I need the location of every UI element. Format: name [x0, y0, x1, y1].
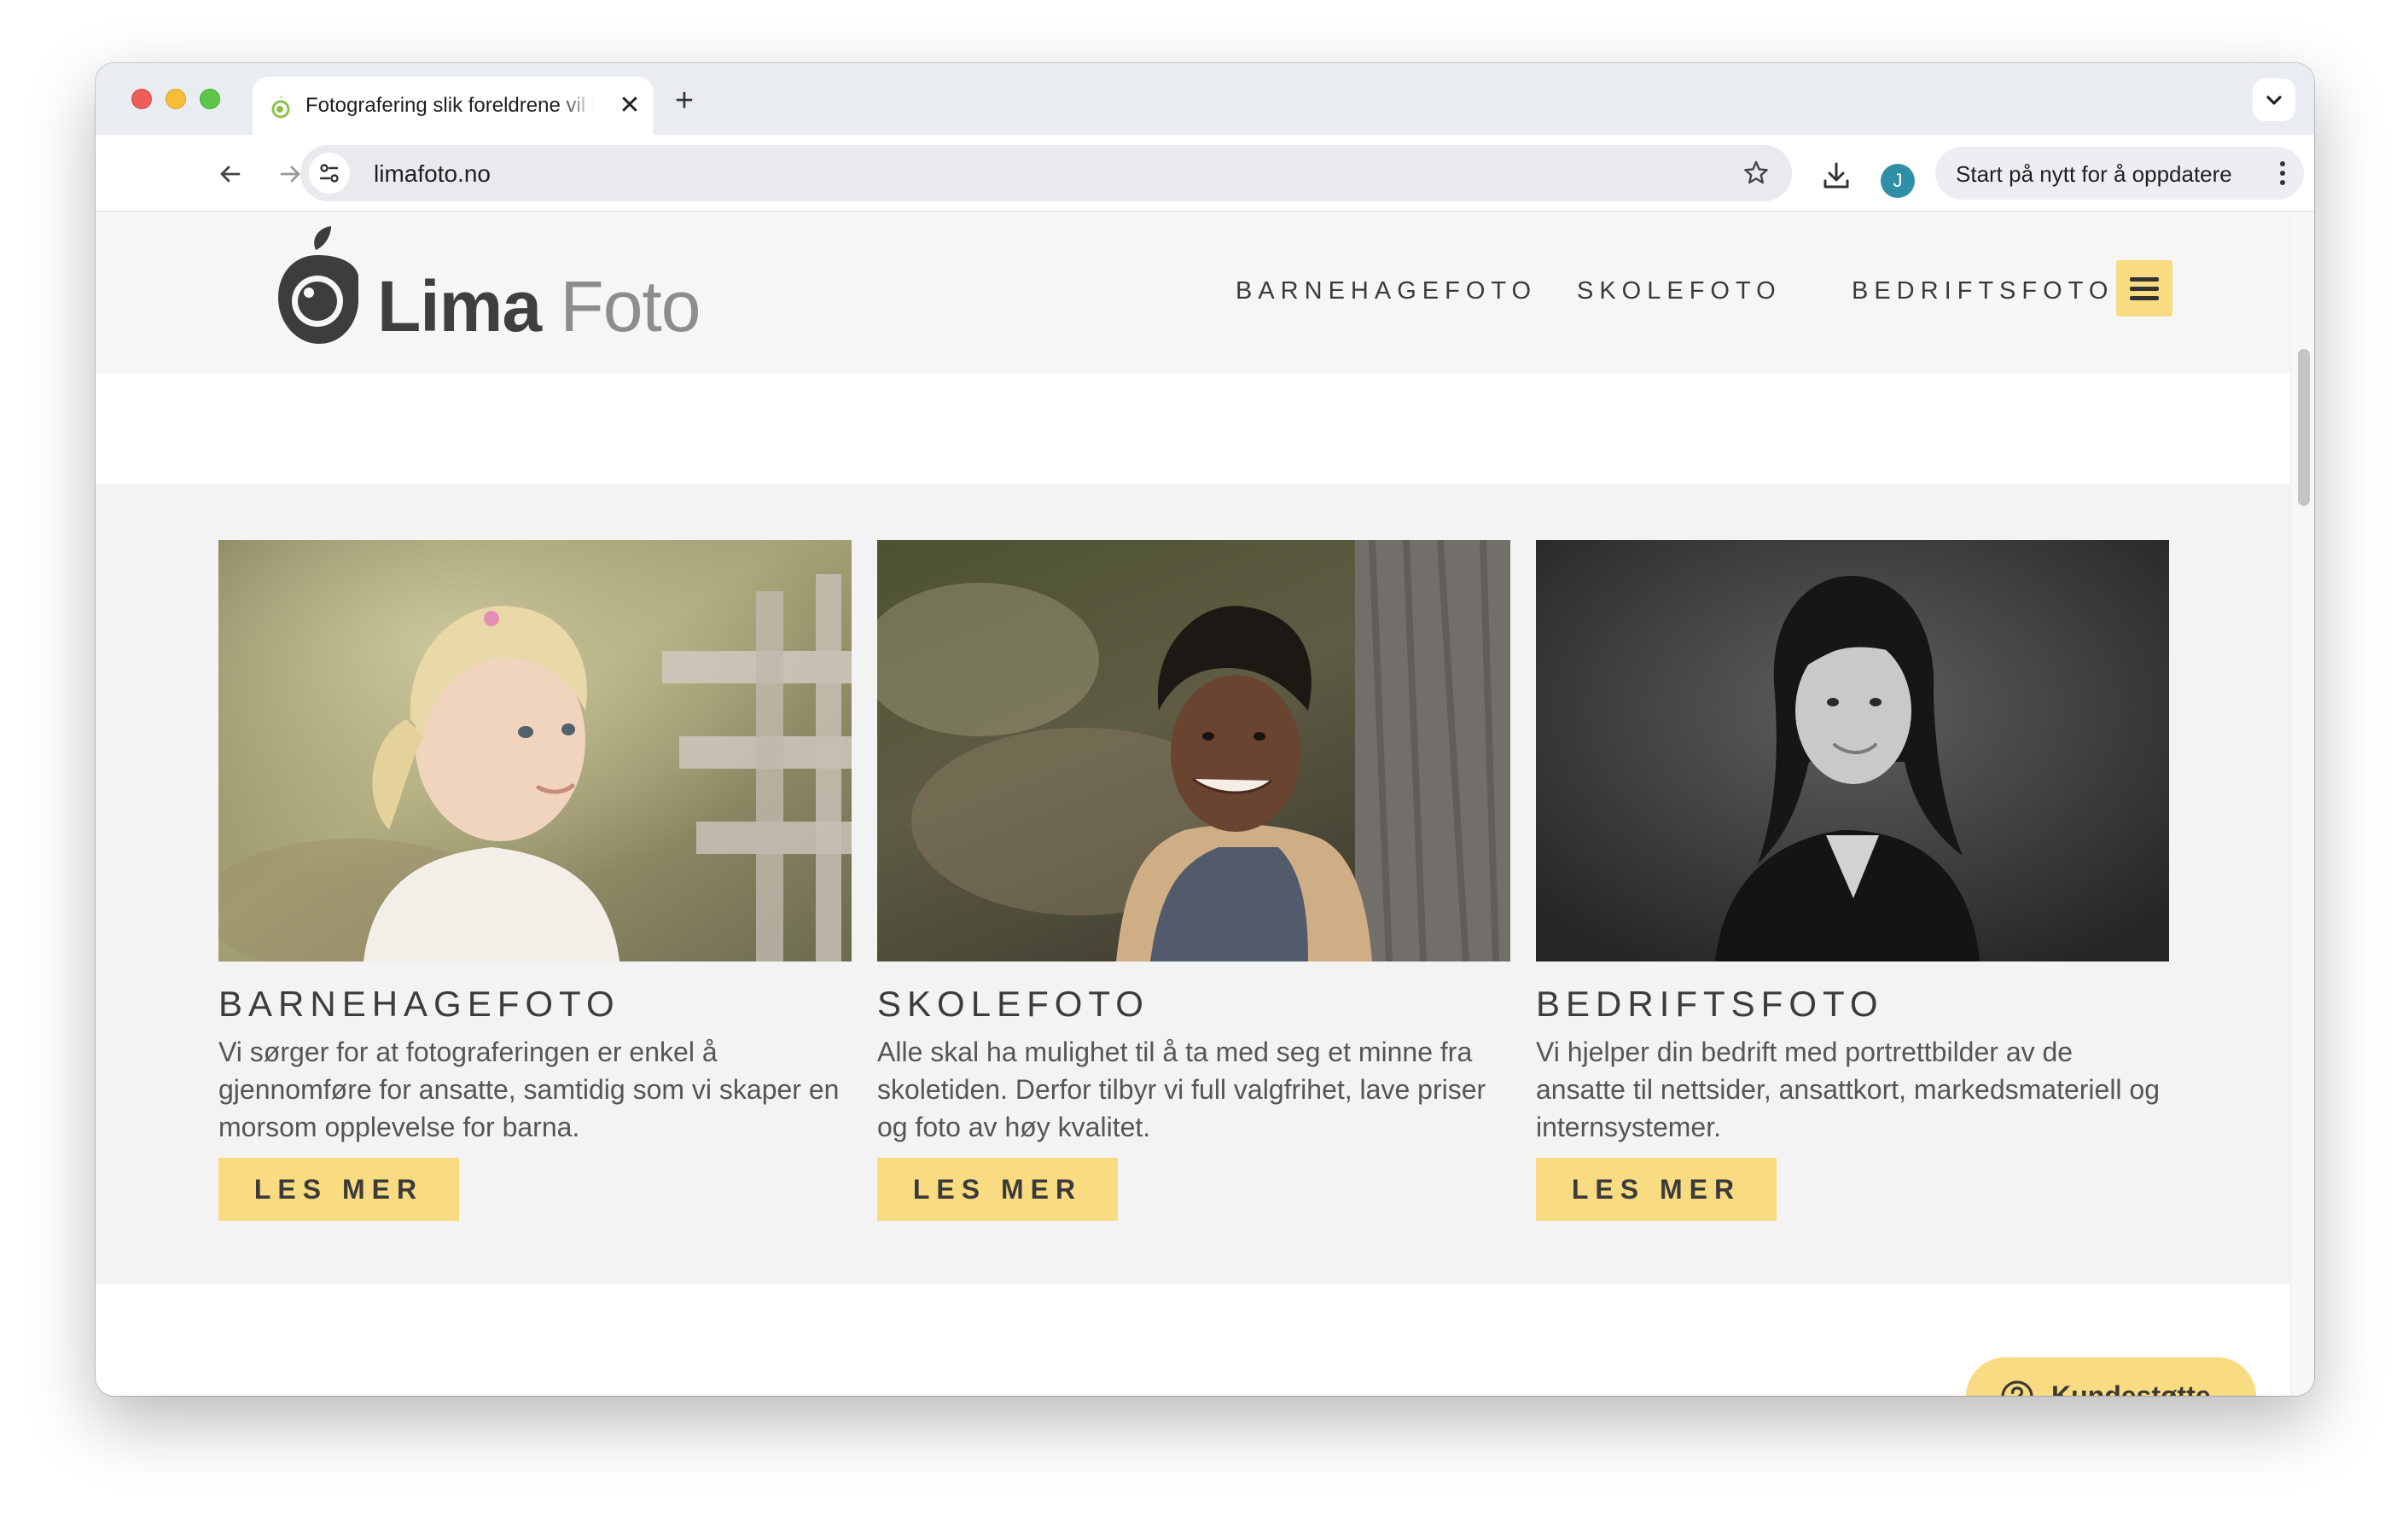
- corporate-portrait-photo[interactable]: [1536, 540, 2169, 961]
- customer-support-button[interactable]: Kundestøtte: [1966, 1357, 2256, 1396]
- menu-bar-icon: [2130, 277, 2159, 282]
- relaunch-to-update-label: Start på nytt for å oppdatere: [1956, 161, 2232, 187]
- nav-barnehagefoto[interactable]: BARNEHAGEFOTO: [1236, 277, 1537, 305]
- bookmark-star-icon[interactable]: [1742, 160, 1770, 187]
- browser-tab[interactable]: Fotografering slik foreldrene vil ha det…: [253, 77, 654, 135]
- chevron-down-icon: [2266, 96, 2282, 105]
- logo-word-foto: Foto: [560, 266, 701, 346]
- site-header: Lima Foto BARNEHAGEFOTO SKOLEFOTO BEDRIF…: [96, 212, 2290, 373]
- tab-strip: Fotografering slik foreldrene vil ha det…: [96, 63, 2314, 135]
- page-scrollbar[interactable]: [2290, 212, 2314, 1396]
- spacer-band: [96, 373, 2290, 484]
- customer-support-label: Kundestøtte: [2051, 1380, 2211, 1396]
- relaunch-to-update-button[interactable]: Start på nytt for å oppdatere: [1935, 147, 2304, 200]
- read-more-button[interactable]: LES MER: [877, 1158, 1118, 1221]
- site-info-button[interactable]: [309, 153, 350, 194]
- logo-text[interactable]: Lima Foto: [377, 267, 701, 346]
- browser-window: Fotografering slik foreldrene vil ha det…: [96, 63, 2314, 1396]
- download-icon[interactable]: [1821, 160, 1852, 191]
- read-more-button[interactable]: LES MER: [1536, 1158, 1777, 1221]
- card-heading: BARNEHAGEFOTO: [218, 984, 620, 1024]
- arrow-left-icon: [220, 166, 241, 183]
- browser-toolbar: limafoto.no J Start på nytt for å oppdat…: [96, 135, 2314, 212]
- nav-bedriftsfoto[interactable]: BEDRIFTSFOTO: [1852, 277, 2114, 305]
- maximize-window-button[interactable]: [200, 89, 220, 109]
- minimize-window-button[interactable]: [166, 89, 186, 109]
- desktop: Fotografering slik foreldrene vil ha det…: [0, 0, 2408, 1522]
- menu-bar-icon: [2130, 296, 2159, 300]
- tab-close-icon[interactable]: ✕: [614, 90, 645, 121]
- close-window-button[interactable]: [131, 89, 152, 109]
- card-heading: BEDRIFTSFOTO: [1536, 984, 1884, 1024]
- card-description: Vi hjelper din bedrift med portrettbilde…: [1536, 1037, 2161, 1142]
- card-description: Vi sørger for at fotograferingen er enke…: [218, 1037, 840, 1142]
- more-vertical-icon[interactable]: [2278, 160, 2287, 186]
- logo-word-lima: Lima: [377, 266, 542, 346]
- lima-foto-favicon-icon: [271, 96, 290, 119]
- help-circle-icon: [2001, 1380, 2033, 1396]
- tune-icon: [319, 164, 339, 183]
- back-button[interactable]: [208, 152, 251, 195]
- school-photo[interactable]: [877, 540, 1510, 961]
- card-heading: SKOLEFOTO: [877, 984, 1149, 1024]
- url-text: limafoto.no: [374, 160, 491, 187]
- menu-bar-icon: [2130, 287, 2159, 291]
- lima-foto-logo-icon[interactable]: [266, 224, 369, 361]
- services-section: BARNEHAGEFOTO Vi sørger for at fotografe…: [96, 484, 2290, 1284]
- card-description: Alle skal ha mulighet til å ta med seg e…: [877, 1037, 1486, 1142]
- nav-skolefoto[interactable]: SKOLEFOTO: [1577, 277, 1782, 305]
- tab-title: Fotografering slik foreldrene vil ha det: [305, 94, 594, 117]
- profile-avatar[interactable]: J: [1881, 164, 1915, 198]
- kindergarten-photo[interactable]: [218, 540, 852, 961]
- hamburger-menu-button[interactable]: [2116, 260, 2172, 317]
- scrollbar-thumb[interactable]: [2298, 349, 2310, 506]
- arrow-right-icon: [280, 166, 300, 183]
- page-viewport: Lima Foto BARNEHAGEFOTO SKOLEFOTO BEDRIF…: [96, 212, 2314, 1396]
- new-tab-button[interactable]: +: [666, 84, 703, 121]
- read-more-button[interactable]: LES MER: [218, 1158, 459, 1221]
- address-bar[interactable]: limafoto.no: [300, 145, 1792, 201]
- tab-search-button[interactable]: [2253, 78, 2295, 121]
